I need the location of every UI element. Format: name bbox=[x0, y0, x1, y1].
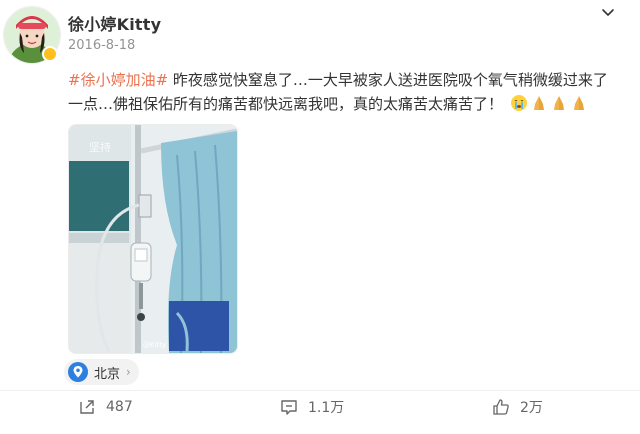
post-date[interactable]: 2016-8-18 bbox=[68, 38, 135, 53]
location-label: 北京 bbox=[94, 366, 121, 382]
praying-hands-icon bbox=[553, 96, 564, 110]
thumbs-up-icon bbox=[493, 399, 509, 415]
comment-icon bbox=[281, 400, 297, 415]
post-text-line1: 昨夜感觉快窒息了…一大早被家人送进医院吸个氧气稍微缓过来了 bbox=[168, 71, 608, 89]
repost-count: 487 bbox=[106, 399, 133, 415]
praying-hands-icon bbox=[573, 96, 584, 110]
divider bbox=[0, 390, 640, 391]
comment-count: 1.1万 bbox=[308, 400, 345, 416]
repost-icon bbox=[80, 400, 94, 414]
post-text-line2: 一点…佛祖保佑所有的痛苦都快远离我吧，真的太痛苦太痛苦了！ bbox=[68, 95, 504, 113]
comment-button[interactable]: 1.1万 bbox=[280, 396, 344, 418]
hashtag-link[interactable]: #徐小婷加油# bbox=[68, 71, 168, 89]
post-text: #徐小婷加油# 昨夜感觉快窒息了…一大早被家人送进医院吸个氧气稍微缓过来了 一点… bbox=[68, 68, 620, 116]
photo-watermark: @Kitty bbox=[143, 341, 166, 349]
crying-face-icon bbox=[510, 95, 527, 111]
post-photo[interactable]: 坚持 @Kitty bbox=[68, 124, 238, 354]
repost-button[interactable]: 487 bbox=[78, 396, 133, 418]
like-count: 2万 bbox=[520, 400, 543, 416]
svg-text:坚持: 坚持 bbox=[89, 140, 111, 154]
verified-badge-icon bbox=[42, 46, 58, 62]
chevron-right-icon: › bbox=[126, 365, 131, 379]
author-name[interactable]: 徐小婷Kitty bbox=[68, 11, 161, 35]
chevron-down-icon[interactable] bbox=[600, 5, 616, 21]
hospital-iv-photo: 坚持 @Kitty bbox=[69, 125, 237, 353]
location-tag[interactable]: 北京 › bbox=[64, 359, 139, 385]
like-button[interactable]: 2万 bbox=[492, 396, 543, 418]
praying-hands-icon bbox=[533, 96, 544, 110]
location-pin-icon bbox=[68, 362, 88, 382]
